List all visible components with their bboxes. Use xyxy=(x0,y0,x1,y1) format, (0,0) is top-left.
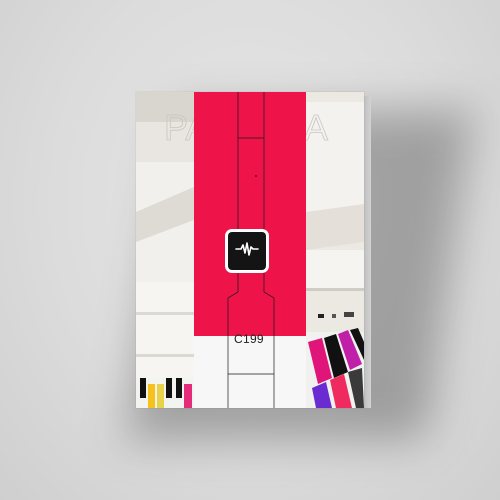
product-box: PA A C199 xyxy=(136,92,364,408)
box-side-edge xyxy=(363,96,371,408)
logo-badge xyxy=(228,232,266,270)
svg-text:A: A xyxy=(304,107,328,148)
white-panel xyxy=(194,336,306,408)
product-code: C199 xyxy=(234,332,264,346)
red-band xyxy=(194,92,306,336)
waveform-icon xyxy=(235,241,259,261)
product-image: PA A C199 xyxy=(0,0,500,500)
